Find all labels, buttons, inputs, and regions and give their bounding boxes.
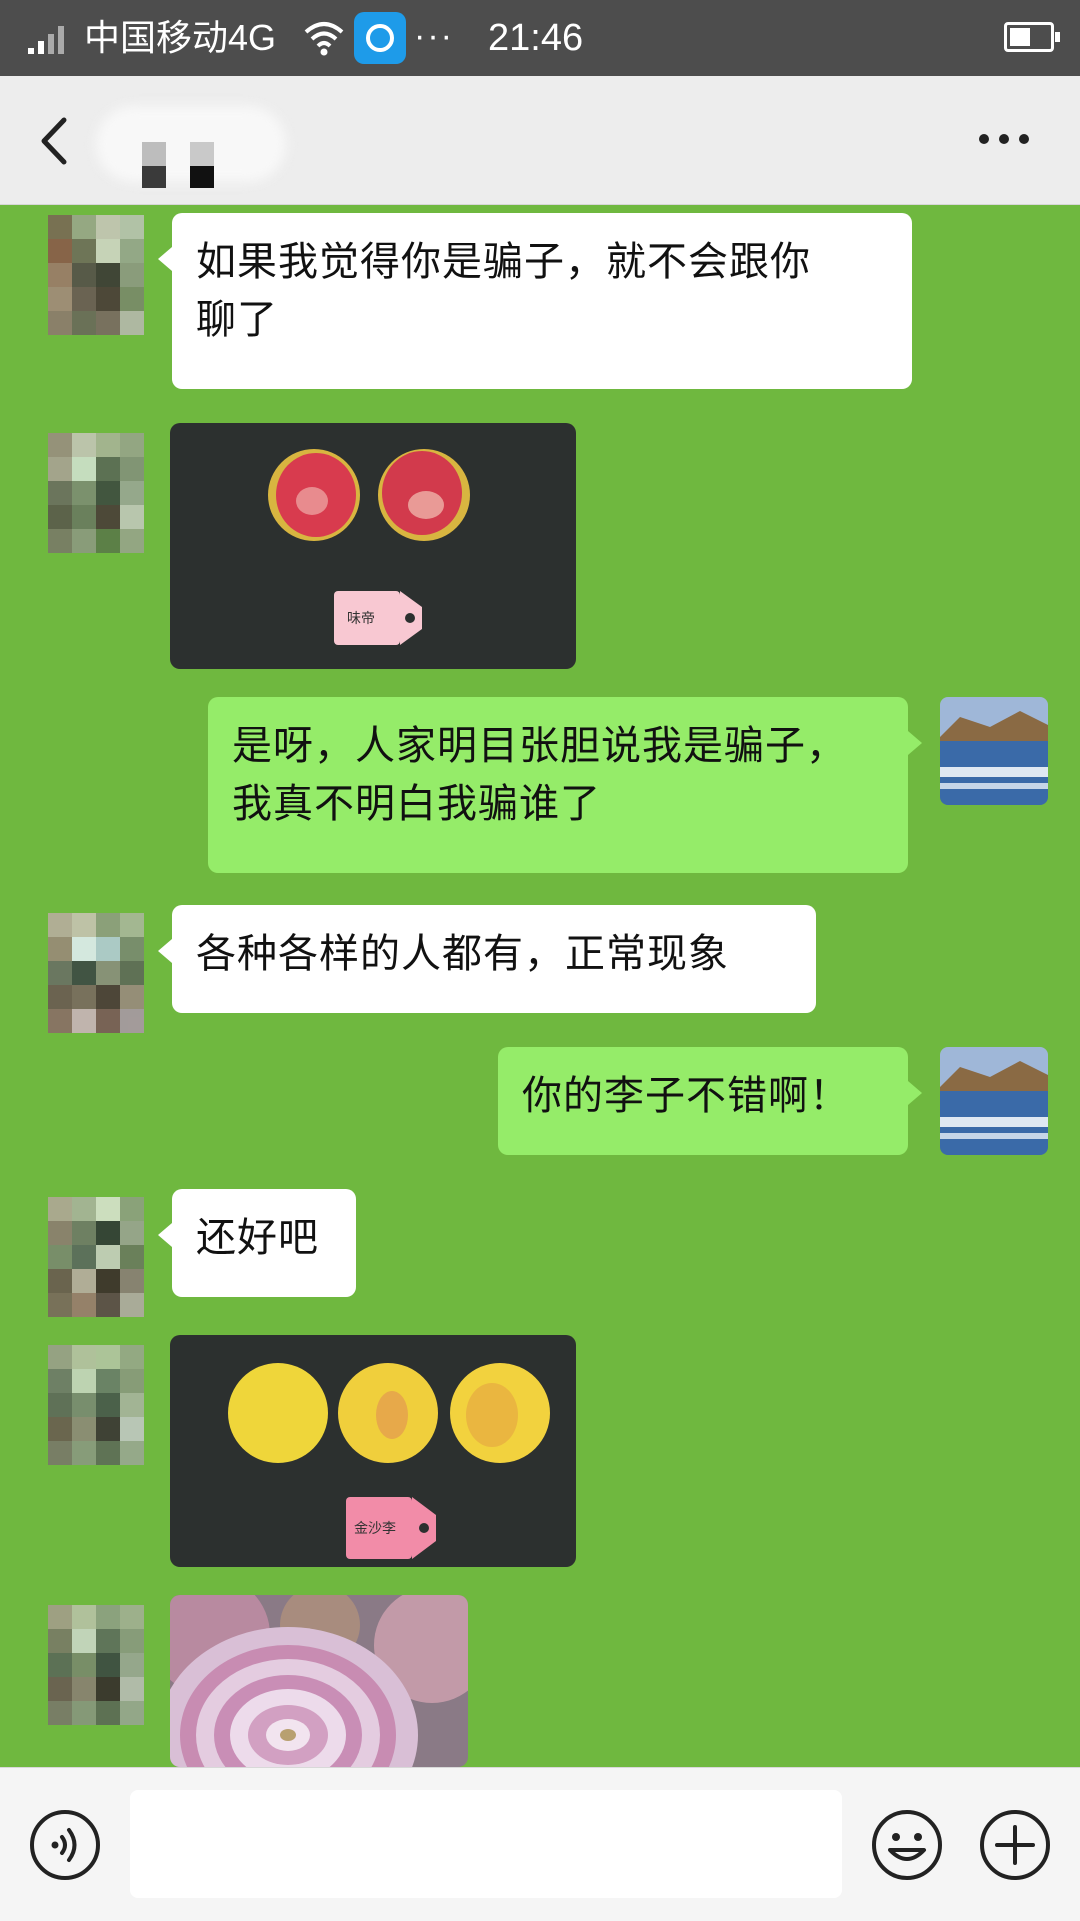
chat-header bbox=[0, 76, 1080, 205]
incoming-message[interactable]: 还好吧 bbox=[158, 1189, 356, 1297]
contact-avatar[interactable] bbox=[48, 1197, 144, 1317]
photo-tag-text: 味帝 bbox=[347, 611, 375, 627]
back-chevron-icon[interactable] bbox=[34, 116, 74, 166]
contact-avatar[interactable] bbox=[48, 215, 144, 335]
message-text: 各种各样的人都有，正常现象 bbox=[196, 931, 729, 977]
emoji-icon[interactable] bbox=[870, 1808, 944, 1882]
notification-app-icon bbox=[354, 12, 406, 64]
contact-name-pixel bbox=[142, 142, 166, 166]
plum-photo-sliced[interactable] bbox=[170, 1595, 468, 1767]
contact-name-pixel bbox=[142, 166, 166, 188]
clock: 21:46 bbox=[488, 17, 584, 59]
photo-tag-text: 金沙李 bbox=[354, 1521, 396, 1537]
message-text: 聊了 bbox=[196, 297, 278, 343]
message-text: 我真不明白我骗谁了 bbox=[232, 781, 601, 827]
message-text: 是呀，人家明目张胆说我是骗子， bbox=[232, 723, 847, 769]
plum-photo-red[interactable]: 味帝 bbox=[170, 423, 576, 669]
plus-icon[interactable] bbox=[978, 1808, 1052, 1882]
my-avatar[interactable] bbox=[940, 1047, 1048, 1155]
contact-avatar[interactable] bbox=[48, 1345, 144, 1465]
carrier-label: 中国移动4G bbox=[84, 17, 277, 58]
incoming-message[interactable]: 各种各样的人都有，正常现象 bbox=[158, 905, 816, 1013]
message-input-bar bbox=[0, 1767, 1080, 1921]
message-text: 你的李子不错啊！ bbox=[522, 1073, 850, 1119]
incoming-message[interactable]: 如果我觉得你是骗子，就不会跟你 聊了 bbox=[158, 213, 912, 389]
outgoing-message[interactable]: 是呀，人家明目张胆说我是骗子， 我真不明白我骗谁了 bbox=[208, 697, 922, 873]
plum-photo-yellow[interactable]: 金沙李 bbox=[170, 1335, 576, 1567]
outgoing-message[interactable]: 你的李子不错啊！ bbox=[498, 1047, 922, 1155]
voice-icon[interactable] bbox=[28, 1808, 102, 1882]
message-text: 如果我觉得你是骗子，就不会跟你 bbox=[196, 239, 811, 285]
contact-avatar[interactable] bbox=[48, 433, 144, 553]
signal-icon bbox=[28, 26, 64, 54]
contact-name-pixel bbox=[190, 142, 214, 166]
wifi-icon bbox=[304, 22, 344, 56]
my-avatar[interactable] bbox=[940, 697, 1048, 805]
status-bar: 中国移动4G ··· 21:46 bbox=[0, 0, 1080, 76]
chat-message-list[interactable]: 如果我觉得你是骗子，就不会跟你 聊了 味帝 是呀，人家明目张胆说我是骗子， 我真… bbox=[0, 205, 1080, 1767]
message-text: 还好吧 bbox=[196, 1215, 319, 1261]
more-notifications-indicator: ··· bbox=[414, 17, 454, 55]
more-dots-icon[interactable] bbox=[978, 132, 1030, 146]
battery-icon bbox=[1004, 22, 1060, 52]
contact-avatar[interactable] bbox=[48, 913, 144, 1033]
message-text-field[interactable] bbox=[130, 1790, 842, 1898]
contact-name-pixel bbox=[190, 166, 214, 188]
contact-avatar[interactable] bbox=[48, 1605, 144, 1725]
